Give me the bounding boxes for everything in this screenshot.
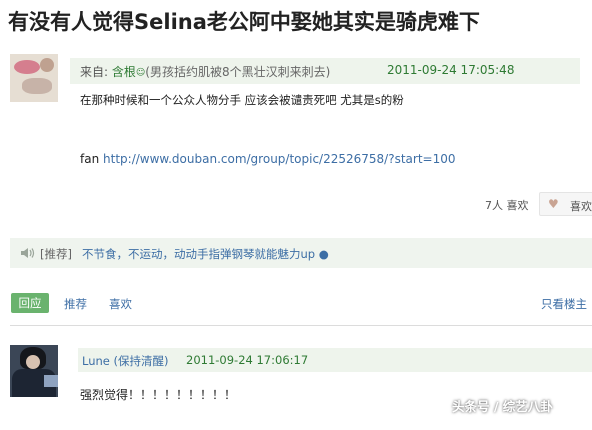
topic-title: 有没有人觉得Selina老公阿中娶她其实是骑虎难下: [8, 10, 480, 34]
from-label: 来自:: [80, 65, 109, 79]
smiley-icon: ☺: [135, 68, 146, 78]
post-header: 来自: 含根☺(男孩括约肌被8个黑壮汉刺来刺去) 2011-09-24 17:0…: [70, 58, 580, 84]
recommend-banner: [推荐] 不节食，不运动，动动手指弹钢琴就能魅力up ●: [10, 238, 592, 268]
avatar-shape: [44, 375, 58, 387]
action-bar: 回应 推荐 喜欢 只看楼主: [0, 292, 592, 314]
like-button[interactable]: ♥ 喜欢: [539, 192, 592, 216]
avatar-shape: [40, 58, 54, 72]
like-button-label: 喜欢: [570, 200, 592, 213]
recommend-tag: [推荐]: [40, 247, 72, 261]
post-time: 2011-09-24 17:05:48: [387, 63, 515, 77]
avatar-shape: [26, 355, 40, 369]
author-name-link[interactable]: 含根: [112, 65, 136, 79]
author-avatar[interactable]: [10, 54, 58, 102]
likes-count[interactable]: 7人 喜欢: [485, 197, 529, 213]
reply-body: 强烈觉得！！！！！！！！！: [80, 388, 237, 402]
divider: [10, 325, 592, 326]
heart-icon: ♥: [548, 197, 559, 211]
avatar-shape: [22, 78, 52, 94]
reply-author-link[interactable]: Lune (保持清醒): [82, 353, 169, 369]
author-signature: (男孩括约肌被8个黑壮汉刺来刺去): [145, 65, 331, 79]
speaker-icon: [21, 248, 35, 258]
fan-label: fan: [80, 152, 100, 166]
like-link[interactable]: 喜欢: [109, 296, 132, 312]
watermark: 头条号 / 综艺八卦: [452, 399, 553, 414]
recommend-button[interactable]: 推荐: [64, 296, 87, 312]
reply-header: Lune (保持清醒) 2011-09-24 17:06:17: [78, 348, 592, 372]
reply-time: 2011-09-24 17:06:17: [186, 353, 309, 367]
fan-url-link[interactable]: http://www.douban.com/group/topic/225267…: [103, 152, 455, 166]
post-fan-line: fan http://www.douban.com/group/topic/22…: [80, 152, 456, 166]
post-from: 来自: 含根☺(男孩括约肌被8个黑壮汉刺来刺去): [80, 63, 330, 80]
only-op-link[interactable]: 只看楼主: [541, 296, 587, 312]
reply-button[interactable]: 回应: [11, 293, 49, 313]
reply-avatar[interactable]: [10, 345, 58, 397]
post-body: 在那种时候和一个公众人物分手 应该会被谴责死吧 尤其是s的粉: [80, 93, 404, 107]
recommend-link[interactable]: 不节食，不运动，动动手指弹钢琴就能魅力up ●: [82, 246, 329, 262]
avatar-shape: [14, 60, 40, 74]
